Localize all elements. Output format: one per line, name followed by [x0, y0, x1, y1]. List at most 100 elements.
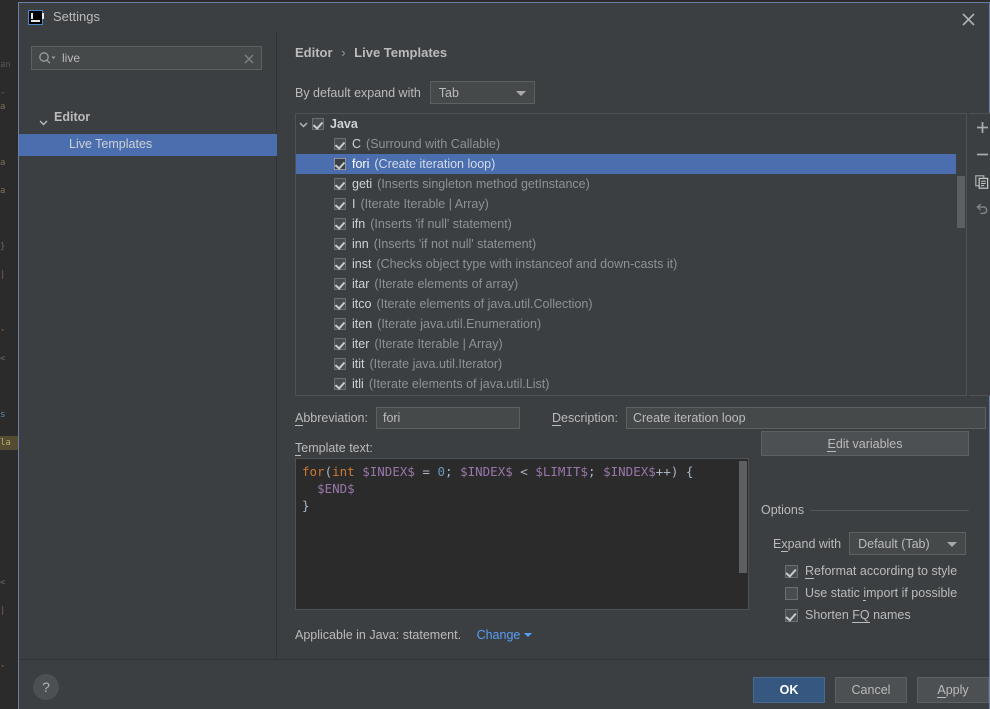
template-row[interactable]: itit (Iterate java.util.Iterator)	[296, 354, 966, 374]
chevron-down-icon	[296, 114, 312, 134]
default-expand-label: By default expand with	[295, 85, 421, 100]
template-abbreviation: iten	[352, 317, 373, 331]
template-description: (Iterate elements of array)	[374, 277, 519, 291]
abbreviation-input[interactable]	[375, 407, 520, 429]
editor-scrollbar[interactable]	[738, 459, 748, 609]
remove-template-button[interactable]	[971, 145, 990, 167]
template-row[interactable]: itco (Iterate elements of java.util.Colle…	[296, 294, 966, 314]
template-abbreviation: geti	[352, 177, 373, 191]
template-abbreviation: itit	[352, 357, 365, 371]
apply-button[interactable]: Apply	[917, 677, 989, 703]
close-icon[interactable]	[958, 10, 980, 28]
help-button[interactable]: ?	[33, 674, 59, 700]
template-row[interactable]: ifn (Inserts 'if null' statement)	[296, 214, 966, 234]
chevron-down-icon	[524, 633, 533, 637]
breadcrumb-current: Live Templates	[354, 45, 448, 60]
checkbox-icon[interactable]	[334, 158, 346, 170]
checkbox-icon[interactable]	[334, 338, 346, 350]
checkbox-icon[interactable]	[312, 118, 324, 130]
code-token: ++) {	[655, 464, 694, 479]
cancel-button[interactable]: Cancel	[835, 677, 907, 703]
checkbox-icon[interactable]	[334, 138, 346, 150]
option-reformat-according-to-style[interactable]: Reformat according to style	[785, 564, 957, 579]
checkbox-icon[interactable]	[334, 178, 346, 190]
template-row[interactable]: Java	[296, 114, 966, 134]
add-template-button[interactable]	[971, 118, 990, 140]
breadcrumb-parent: Editor	[295, 45, 333, 60]
template-abbreviation: C	[352, 137, 362, 151]
checkbox-icon[interactable]	[334, 278, 346, 290]
ide-background-code: an -a a a } | · < s la < | · " c T ^	[0, 30, 18, 709]
template-abbreviation: itar	[352, 277, 370, 291]
template-description: (Iterate elements of java.util.Collectio…	[376, 297, 593, 311]
ok-button[interactable]: OK	[753, 677, 825, 703]
duplicate-template-button[interactable]	[971, 172, 990, 194]
checkbox-icon[interactable]	[334, 378, 346, 390]
sidebar-item-live-templates[interactable]: Live Templates	[19, 134, 277, 156]
checkbox-icon[interactable]	[334, 318, 346, 330]
template-description: (Iterate java.util.Enumeration)	[377, 317, 542, 331]
list-scrollbar[interactable]	[956, 114, 966, 395]
row-spacer	[296, 174, 312, 194]
description-input[interactable]	[625, 407, 986, 429]
checkbox-icon[interactable]	[785, 586, 798, 600]
dialog-titlebar: Settings	[19, 3, 989, 31]
template-row[interactable]: inn (Inserts 'if not null' statement)	[296, 234, 966, 254]
code-token: }	[302, 498, 310, 513]
checkbox-icon[interactable]	[334, 258, 346, 270]
checkbox-icon[interactable]	[334, 358, 346, 370]
settings-main-panel: Editor › Live Templates By default expan…	[277, 31, 990, 659]
abbreviation-description-row: AAbbreviation:bbreviation: Description:	[295, 407, 986, 429]
settings-search-box[interactable]	[31, 46, 262, 70]
row-spacer	[296, 234, 312, 254]
template-row[interactable]: I (Iterate Iterable | Array)	[296, 194, 966, 214]
live-templates-list-body: Java C (Surround with Callable) fori (Create…	[296, 114, 966, 394]
default-expand-with-value: Tab	[438, 85, 459, 100]
sidebar-item-editor[interactable]: Editor	[19, 107, 277, 129]
checkbox-icon[interactable]	[334, 198, 346, 210]
template-abbreviation: ifn	[352, 217, 366, 231]
editor-scrollbar-thumb[interactable]	[739, 461, 747, 573]
template-text-editor[interactable]: for(int $INDEX$ = 0; $INDEX$ < $LIMIT$; …	[295, 458, 749, 610]
checkbox-icon[interactable]	[785, 608, 798, 622]
intellij-idea-logo-icon	[28, 10, 44, 25]
row-spacer	[296, 334, 312, 354]
option-expand-with-dropdown[interactable]: Default (Tab)	[849, 532, 967, 555]
option-label: Use static import if possible	[805, 586, 958, 601]
option-shorten-fq-names[interactable]: Shorten FQ names	[785, 608, 911, 623]
template-row[interactable]: iten (Iterate java.util.Enumeration)	[296, 314, 966, 334]
default-expand-with-dropdown[interactable]: Tab	[429, 81, 535, 104]
code-token: int	[332, 464, 355, 479]
template-row[interactable]: itli (Iterate elements of java.util.List)	[296, 374, 966, 394]
template-row[interactable]: itar (Iterate elements of array)	[296, 274, 966, 294]
live-templates-toolbar	[969, 113, 990, 396]
template-abbreviation: fori	[352, 157, 370, 171]
checkbox-icon[interactable]	[334, 298, 346, 310]
code-token: <	[512, 464, 536, 479]
checkbox-icon[interactable]	[785, 564, 798, 578]
template-row[interactable]: inst (Checks object type with instanceof …	[296, 254, 966, 274]
template-text-code: for(int $INDEX$ = 0; $INDEX$ < $LIMIT$; …	[296, 459, 748, 518]
list-scrollbar-thumb[interactable]	[957, 176, 965, 228]
default-expand-row: By default expand with Tab	[295, 81, 535, 104]
checkbox-icon[interactable]	[334, 218, 346, 230]
template-row[interactable]: iter (Iterate Iterable | Array)	[296, 334, 966, 354]
live-templates-list[interactable]: Java C (Surround with Callable) fori (Create…	[295, 113, 967, 396]
clear-icon[interactable]	[243, 52, 255, 64]
template-description: (Checks object type with instanceof and …	[376, 257, 678, 271]
change-context-link[interactable]: Change	[477, 628, 533, 642]
settings-dialog: Settings live Editor Live Templates Edit…	[18, 2, 990, 709]
option-use-static-import[interactable]: Use static import if possible	[785, 586, 958, 601]
option-label: Shorten FQ names	[805, 608, 911, 623]
revert-template-button[interactable]	[971, 199, 990, 221]
template-row[interactable]: fori (Create iteration loop)	[296, 154, 966, 174]
template-row[interactable]: C (Surround with Callable)	[296, 134, 966, 154]
search-input[interactable]	[62, 47, 232, 69]
checkbox-icon[interactable]	[334, 238, 346, 250]
code-token: $END$	[317, 481, 355, 496]
edit-variables-button[interactable]: Edit variables	[761, 431, 969, 456]
chevron-down-icon	[515, 91, 526, 96]
row-spacer	[296, 354, 312, 374]
template-row[interactable]: geti (Inserts singleton method getInstanc…	[296, 174, 966, 194]
